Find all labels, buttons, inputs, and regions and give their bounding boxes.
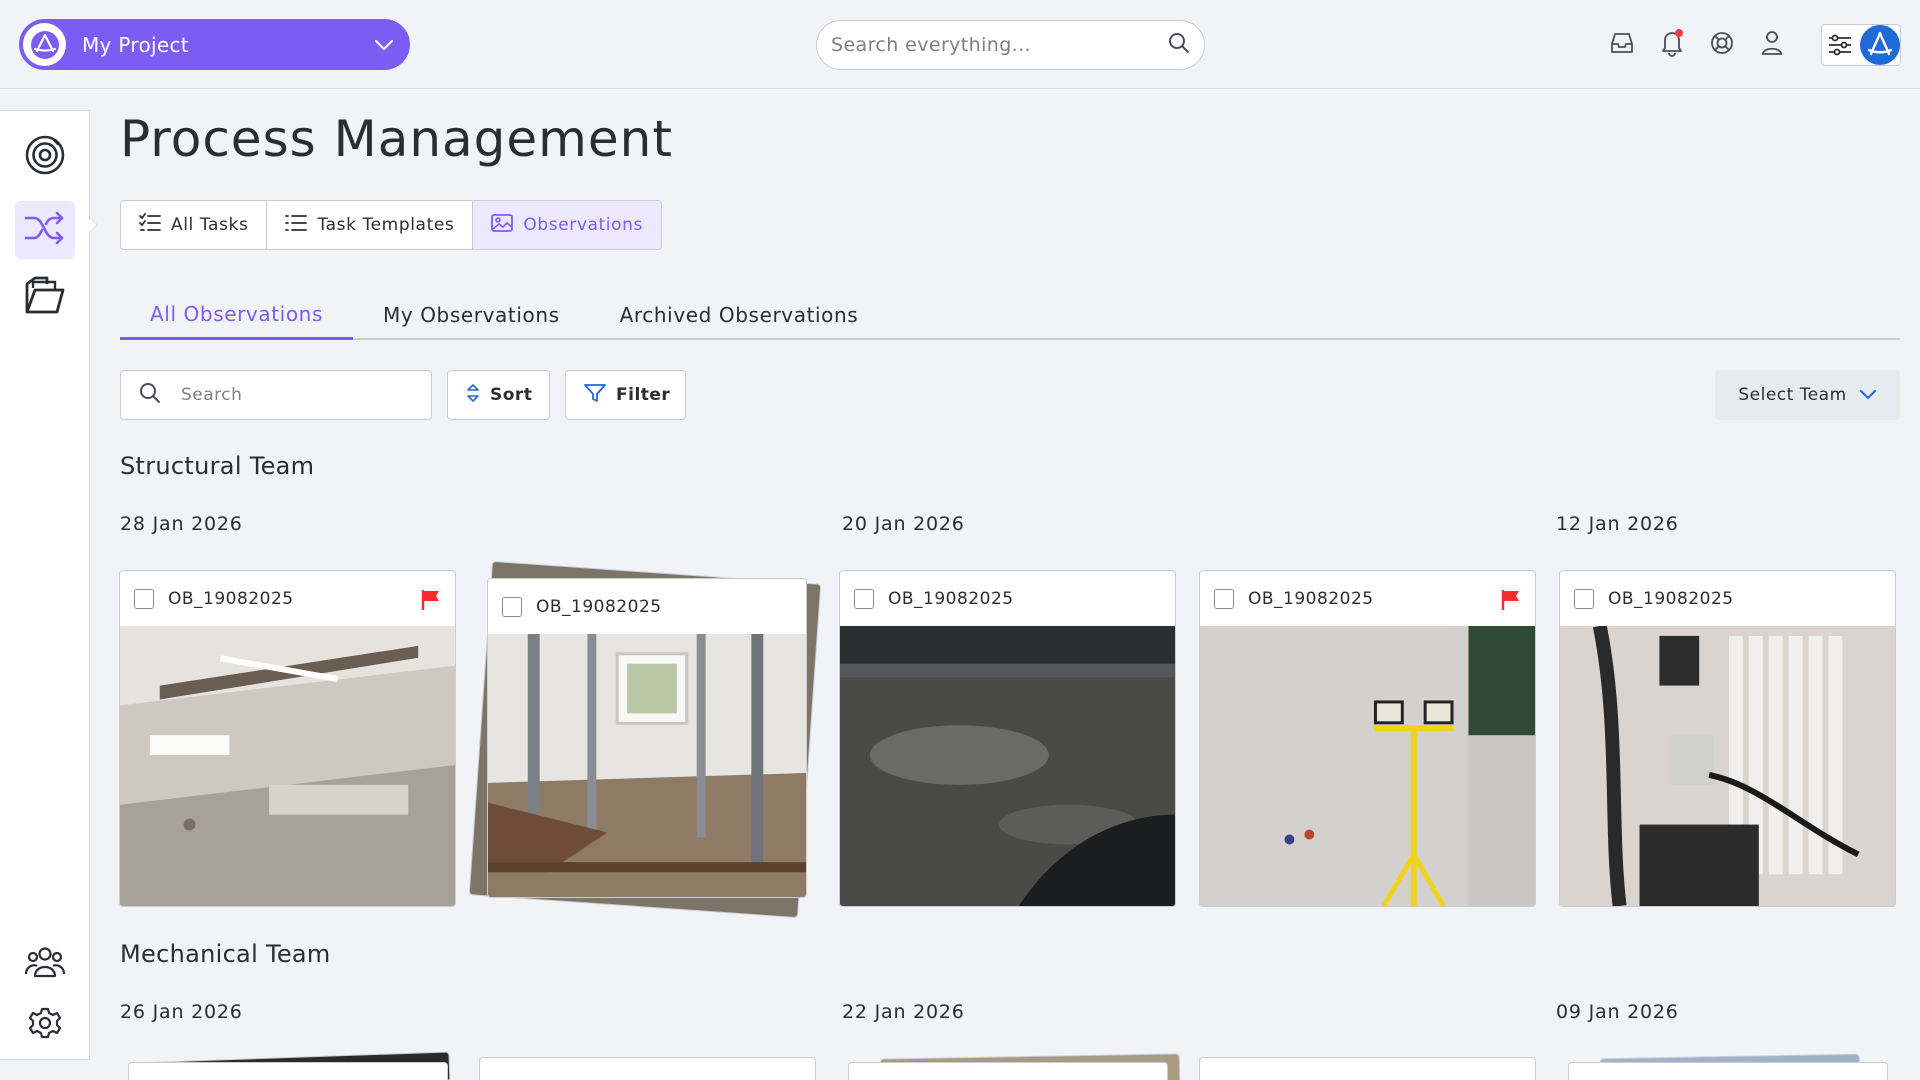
card-id: OB_19082025 [1608, 588, 1734, 609]
tab-observations[interactable]: Observations [473, 201, 661, 249]
team-select-label: Select Team [1738, 385, 1847, 405]
date-label: 09 Jan 2026 [1556, 1001, 1679, 1023]
support-icon[interactable] [1708, 26, 1736, 60]
observation-photo [1560, 626, 1895, 906]
sidebar-item-process[interactable] [15, 201, 75, 259]
card-checkbox[interactable] [1574, 588, 1594, 609]
top-bar: My Project Search everything... [0, 0, 1920, 89]
checklist-icon [139, 212, 161, 238]
filter-icon [584, 383, 606, 408]
card-checkbox[interactable] [1214, 588, 1234, 609]
observation-card[interactable]: OB_19082025 [839, 570, 1176, 907]
group-title-mechanical: Mechanical Team [120, 940, 331, 968]
observation-card-partial[interactable] [848, 1062, 1168, 1080]
observation-card[interactable]: OB_19082025 [1199, 570, 1536, 907]
company-logo-icon [1860, 25, 1900, 65]
tab-observations-label: Observations [523, 215, 643, 235]
observation-photo [488, 634, 806, 897]
sort-icon [466, 383, 480, 408]
team-select-dropdown[interactable]: Select Team [1715, 370, 1900, 420]
observation-card-partial[interactable] [1199, 1057, 1536, 1080]
card-checkbox[interactable] [502, 596, 522, 617]
observation-search-placeholder: Search [181, 385, 243, 405]
search-icon [139, 382, 161, 408]
observation-card-partial[interactable] [479, 1057, 816, 1080]
project-selector[interactable]: My Project [19, 19, 410, 70]
shuffle-icon [24, 210, 66, 250]
group-title-structural: Structural Team [120, 452, 315, 480]
list-icon [285, 214, 308, 237]
observation-card[interactable]: OB_19082025 [119, 570, 456, 907]
sidebar-item-settings[interactable] [15, 996, 75, 1054]
view-toggle: All Tasks Task Templates Observations [120, 200, 662, 250]
sliders-icon [1822, 34, 1858, 56]
sort-button[interactable]: Sort [447, 370, 550, 420]
users-icon [24, 944, 66, 984]
observation-card-partial[interactable] [1568, 1062, 1888, 1080]
folder-icon [23, 274, 67, 320]
sidebar [0, 110, 90, 1060]
card-checkbox[interactable] [134, 588, 154, 609]
bell-icon[interactable] [1658, 26, 1686, 60]
tab-all-tasks-label: All Tasks [171, 215, 249, 235]
date-label: 20 Jan 2026 [842, 513, 965, 535]
filter-label: Filter [616, 385, 671, 405]
tab-task-templates[interactable]: Task Templates [267, 201, 474, 249]
card-id: OB_19082025 [168, 588, 294, 609]
target-icon [24, 134, 66, 180]
observation-search-input[interactable]: Search [120, 370, 432, 420]
observation-card-stacked[interactable]: OB_19082025 [487, 578, 807, 898]
date-label: 26 Jan 2026 [120, 1001, 243, 1023]
filter-button[interactable]: Filter [565, 370, 686, 420]
observation-subtabs: All Observations My Observations Archive… [120, 290, 1900, 340]
gear-icon [28, 1006, 62, 1044]
observation-photo [1200, 626, 1535, 906]
tab-task-templates-label: Task Templates [317, 215, 455, 235]
observation-card-partial[interactable] [128, 1062, 448, 1080]
sidebar-item-dashboard[interactable] [15, 128, 75, 186]
card-id: OB_19082025 [888, 588, 1014, 609]
date-label: 28 Jan 2026 [120, 513, 243, 535]
global-search-placeholder: Search everything... [831, 34, 1031, 56]
card-id: OB_19082025 [536, 596, 662, 617]
card-checkbox[interactable] [854, 588, 874, 609]
page-title: Process Management [120, 110, 673, 168]
search-icon [1168, 32, 1190, 58]
image-icon [491, 213, 514, 238]
notification-dot [1675, 29, 1683, 37]
project-name: My Project [82, 32, 189, 57]
date-label: 12 Jan 2026 [1556, 513, 1679, 535]
sort-label: Sort [490, 385, 533, 405]
observation-photo [840, 626, 1175, 906]
global-search-input[interactable]: Search everything... [816, 20, 1205, 70]
card-id: OB_19082025 [1248, 588, 1374, 609]
chevron-down-icon [1859, 385, 1877, 405]
subtab-my-observations[interactable]: My Observations [353, 290, 590, 340]
sidebar-item-documents[interactable] [15, 268, 75, 326]
observation-card[interactable]: OB_19082025 [1559, 570, 1896, 907]
sidebar-item-team[interactable] [15, 935, 75, 993]
project-logo-icon [23, 23, 66, 66]
chevron-down-icon [374, 39, 394, 51]
user-icon[interactable] [1758, 26, 1786, 60]
subtab-all-observations[interactable]: All Observations [120, 290, 353, 340]
date-label: 22 Jan 2026 [842, 1001, 965, 1023]
tab-all-tasks[interactable]: All Tasks [121, 201, 268, 249]
observation-photo [120, 626, 455, 906]
flag-icon [1501, 589, 1521, 615]
inbox-icon[interactable] [1608, 26, 1636, 60]
flag-icon [421, 589, 441, 615]
settings-menu[interactable] [1821, 24, 1901, 66]
subtab-archived-observations[interactable]: Archived Observations [590, 290, 889, 340]
